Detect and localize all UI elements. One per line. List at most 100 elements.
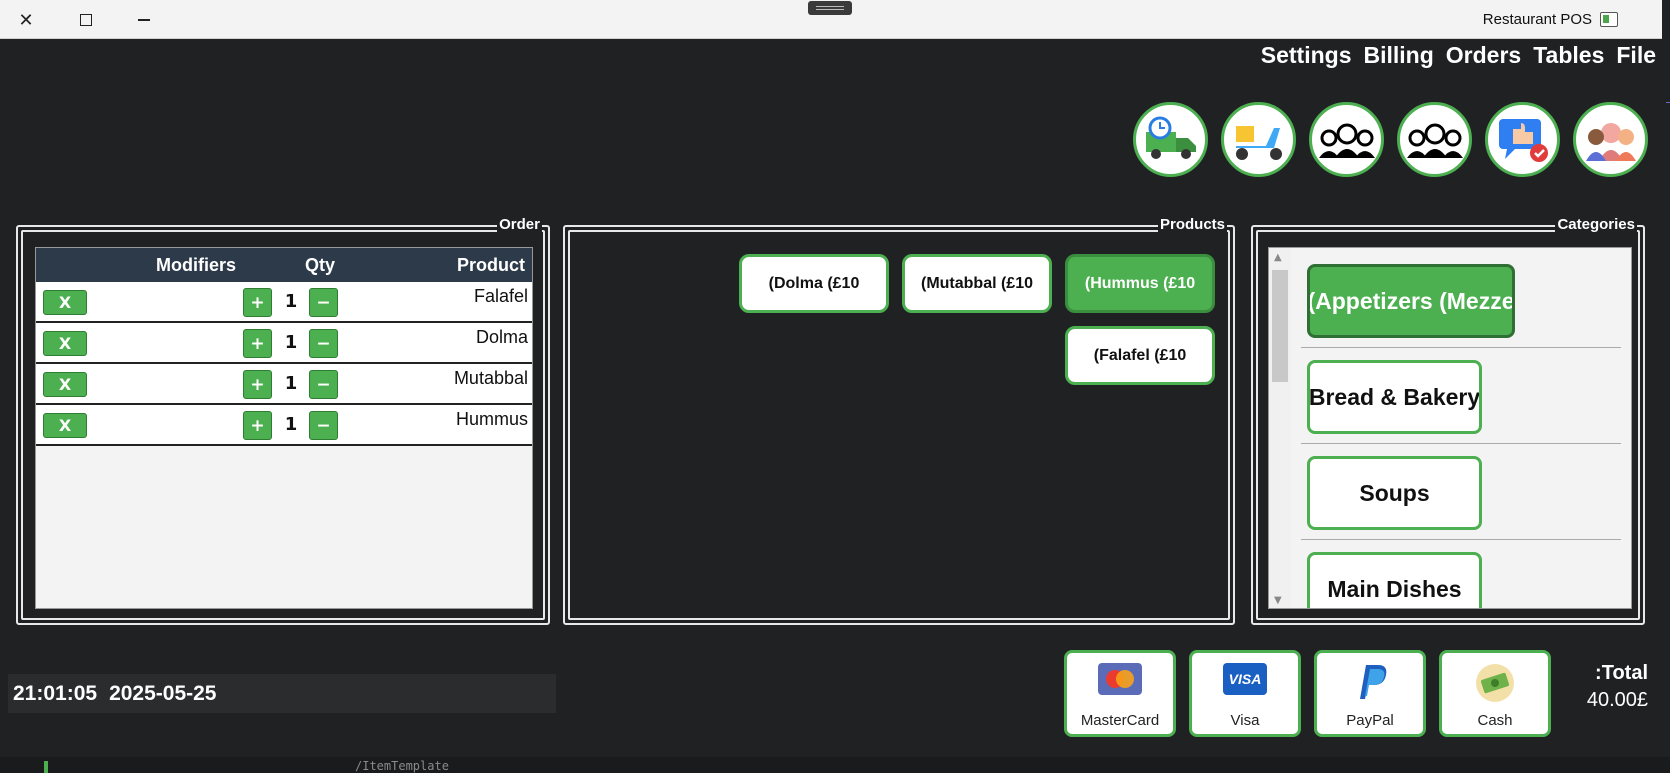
group-check-icon xyxy=(1406,123,1463,158)
decrease-qty-button[interactable]: − xyxy=(309,288,338,317)
scooter-icon xyxy=(1235,125,1282,160)
pay-paypal-label: PayPal xyxy=(1346,712,1394,729)
background-text: /ItemTemplate xyxy=(355,759,449,773)
clock-time: 21:01:05 xyxy=(13,682,98,705)
maximize-button[interactable] xyxy=(74,8,98,32)
svg-text:VISA: VISA xyxy=(1229,671,1262,687)
order-grid-header: Modifiers Qty Product xyxy=(36,248,532,282)
category-separator xyxy=(1301,347,1621,348)
order-row[interactable]: X + 1 − Falafel xyxy=(36,282,532,323)
remove-item-button[interactable]: X xyxy=(43,372,87,397)
column-modifiers: Modifiers xyxy=(156,255,237,275)
scroll-thumb[interactable] xyxy=(1272,270,1288,382)
scroll-down-icon[interactable]: ▼ xyxy=(1274,595,1282,606)
group-check-button[interactable] xyxy=(1397,102,1472,177)
pos-window: ✕ Restaurant POS File Tables Orders Bill… xyxy=(0,0,1670,773)
group-button[interactable] xyxy=(1309,102,1384,177)
order-row[interactable]: X + 1 − Dolma xyxy=(36,323,532,364)
close-button[interactable]: ✕ xyxy=(14,8,38,32)
increase-qty-button[interactable]: + xyxy=(243,370,272,399)
total-value: 40.00£ xyxy=(1586,689,1648,711)
product-button-hummus[interactable]: (Hummus (£10 xyxy=(1065,254,1215,313)
pay-mastercard-button[interactable]: MasterCard xyxy=(1064,650,1176,737)
delivery-truck-icon xyxy=(1145,116,1196,159)
customers-button[interactable] xyxy=(1573,102,1648,177)
action-buttons xyxy=(1133,102,1648,177)
menu-billing[interactable]: Billing xyxy=(1364,42,1434,69)
decrease-qty-button[interactable]: − xyxy=(309,411,338,440)
pay-paypal-button[interactable]: PayPal xyxy=(1314,650,1426,737)
pay-cash-label: Cash xyxy=(1477,712,1513,729)
background-marker xyxy=(44,761,48,773)
decrease-qty-button[interactable]: − xyxy=(309,370,338,399)
menu-orders[interactable]: Orders xyxy=(1446,42,1521,69)
minimize-button[interactable] xyxy=(132,8,156,32)
products-title: Products xyxy=(1157,216,1227,233)
order-row[interactable]: X + 1 − Hummus xyxy=(36,405,532,446)
visa-icon: VISA xyxy=(1223,663,1267,695)
close-icon: ✕ xyxy=(18,9,34,31)
item-qty: 1 xyxy=(284,373,298,394)
pay-mastercard-label: MasterCard xyxy=(1080,712,1160,729)
cash-icon xyxy=(1476,664,1514,702)
background-strip: /ItemTemplate xyxy=(0,757,1670,773)
scroll-up-icon[interactable]: ▲ xyxy=(1274,252,1282,263)
category-separator xyxy=(1301,443,1621,444)
remove-item-button[interactable]: X xyxy=(43,413,87,438)
window-title: Restaurant POS xyxy=(1482,11,1592,28)
order-row[interactable]: X + 1 − Mutabbal xyxy=(36,364,532,405)
maximize-icon xyxy=(80,14,92,26)
pay-cash-button[interactable]: Cash xyxy=(1439,650,1551,737)
title-bar: ✕ Restaurant POS xyxy=(0,0,1662,39)
increase-qty-button[interactable]: + xyxy=(243,288,272,317)
remove-item-button[interactable]: X xyxy=(43,331,87,356)
item-product: Hummus xyxy=(455,409,528,429)
category-soups[interactable]: Soups xyxy=(1307,456,1482,530)
column-product: Product xyxy=(456,255,525,275)
column-qty: Qty xyxy=(305,255,336,275)
paypal-icon xyxy=(1360,665,1387,699)
group-icon xyxy=(1318,123,1375,158)
categories-list: ▲ ▼ (Appetizers (Mezze Bread & Bakery So… xyxy=(1268,247,1632,609)
item-product: Mutabbal xyxy=(453,368,528,388)
customers-icon xyxy=(1585,122,1636,161)
pay-visa-button[interactable]: VISA Visa xyxy=(1189,650,1301,737)
category-separator xyxy=(1301,539,1621,540)
menu-file[interactable]: File xyxy=(1616,42,1656,69)
side-accent xyxy=(1666,102,1670,103)
category-bread-bakery[interactable]: Bread & Bakery xyxy=(1307,360,1482,434)
pay-visa-label: Visa xyxy=(1230,712,1260,729)
scooter-delivery-button[interactable] xyxy=(1221,102,1296,177)
categories-title: Categories xyxy=(1555,216,1637,233)
products-panel: Products (Hummus (£10 (Mutabbal (£10 (Do… xyxy=(563,216,1235,625)
main-menu: File Tables Orders Billing Settings xyxy=(1261,42,1656,69)
app-icon xyxy=(1600,12,1618,27)
total-label: :Total xyxy=(1595,662,1648,684)
order-panel: Order Modifiers Qty Product X + 1 − Fala… xyxy=(16,216,550,625)
product-button-falafel[interactable]: (Falafel (£10 xyxy=(1065,326,1215,385)
total-display: :Total 40.00£ xyxy=(1587,662,1648,712)
order-title: Order xyxy=(497,216,542,233)
item-qty: 1 xyxy=(284,332,298,353)
item-product: Dolma xyxy=(475,327,528,347)
remove-item-button[interactable]: X xyxy=(43,290,87,315)
mastercard-icon xyxy=(1098,663,1142,695)
feedback-button[interactable] xyxy=(1485,102,1560,177)
product-button-dolma[interactable]: (Dolma (£10 xyxy=(739,254,889,313)
product-button-mutabbal[interactable]: (Mutabbal (£10 xyxy=(902,254,1052,313)
category-appetizers[interactable]: (Appetizers (Mezze xyxy=(1307,264,1515,338)
item-qty: 1 xyxy=(284,291,298,312)
drag-grip[interactable] xyxy=(808,1,852,15)
category-main-dishes[interactable]: Main Dishes xyxy=(1307,552,1482,608)
menu-settings[interactable]: Settings xyxy=(1261,42,1352,69)
categories-scrollbar[interactable]: ▲ ▼ xyxy=(1269,248,1291,608)
menu-tables[interactable]: Tables xyxy=(1533,42,1604,69)
decrease-qty-button[interactable]: − xyxy=(309,329,338,358)
clock-bar: 21:01:05 2025-05-25 xyxy=(8,674,556,713)
increase-qty-button[interactable]: + xyxy=(243,411,272,440)
categories-panel: Categories ▲ ▼ (Appetizers (Mezze Bread … xyxy=(1251,216,1645,625)
clock-date: 2025-05-25 xyxy=(109,682,217,705)
delivery-truck-button[interactable] xyxy=(1133,102,1208,177)
increase-qty-button[interactable]: + xyxy=(243,329,272,358)
feedback-icon xyxy=(1498,118,1548,162)
